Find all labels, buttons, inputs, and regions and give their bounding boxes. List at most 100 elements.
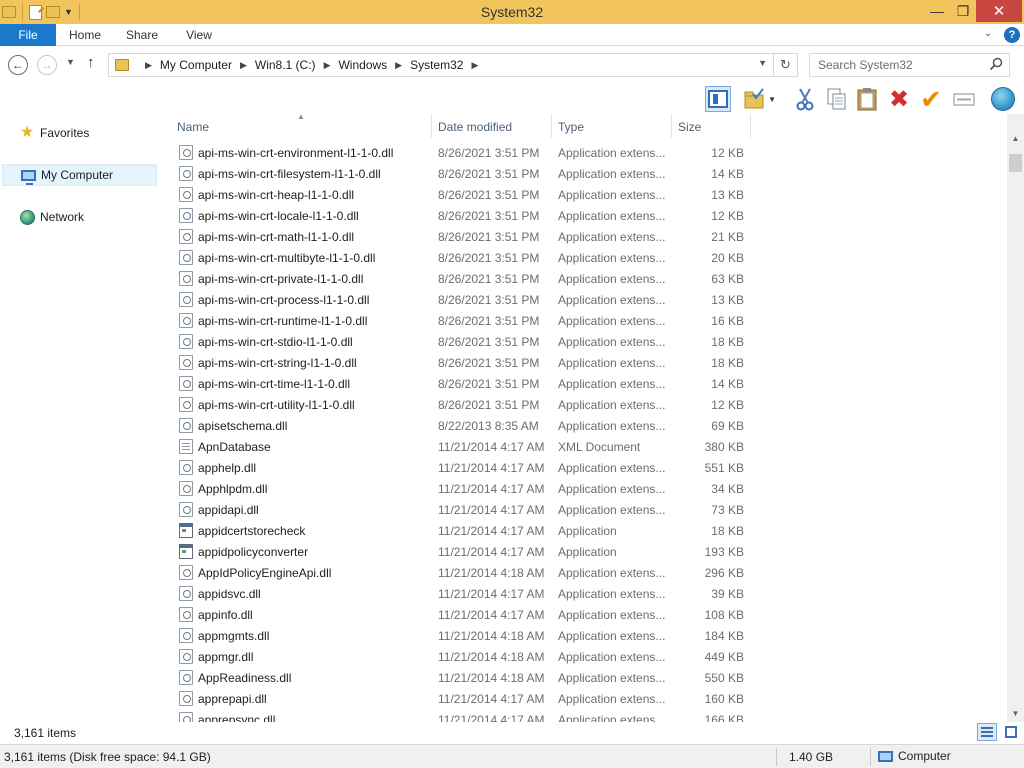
file-size: 13 KB [711, 188, 744, 202]
address-history-dropdown[interactable]: ▼ [758, 58, 767, 68]
file-type: Application extens... [558, 566, 666, 580]
table-row[interactable]: api-ms-win-crt-locale-l1-1-0.dll 8/26/202… [160, 205, 1007, 226]
file-date: 11/21/2014 4:17 AM [438, 713, 545, 722]
search-icon[interactable] [989, 57, 1003, 71]
copy-button[interactable] [823, 86, 849, 112]
file-size: 13 KB [711, 293, 744, 307]
table-row[interactable]: api-ms-win-crt-multibyte-l1-1-0.dll 8/26/… [160, 247, 1007, 268]
breadcrumb-separator-icon[interactable]: ▶ [145, 60, 152, 71]
breadcrumb-windows[interactable]: Windows [338, 58, 387, 72]
column-header-size[interactable]: Size [678, 120, 701, 134]
cut-button[interactable] [792, 86, 818, 112]
dll-icon [179, 691, 193, 706]
maximize-button[interactable]: ❐ [948, 0, 978, 22]
large-icons-view-button[interactable] [1001, 723, 1021, 741]
table-row[interactable]: AppIdPolicyEngineApi.dll 11/21/2014 4:18 … [160, 562, 1007, 583]
breadcrumb-drive[interactable]: Win8.1 (C:) [255, 58, 316, 72]
file-date: 11/21/2014 4:17 AM [438, 482, 545, 496]
column-divider[interactable] [431, 114, 432, 138]
breadcrumb-separator-icon[interactable]: ▶ [471, 60, 478, 71]
table-row[interactable]: api-ms-win-crt-process-l1-1-0.dll 8/26/20… [160, 289, 1007, 310]
file-date: 8/26/2021 3:51 PM [438, 209, 540, 223]
refresh-button[interactable]: ↻ [774, 53, 798, 77]
table-row[interactable]: api-ms-win-crt-heap-l1-1-0.dll 8/26/2021 … [160, 184, 1007, 205]
file-name: api-ms-win-crt-time-l1-1-0.dll [198, 377, 351, 391]
table-row[interactable]: api-ms-win-crt-math-l1-1-0.dll 8/26/2021 … [160, 226, 1007, 247]
sidebar-item-network[interactable]: Network [2, 206, 157, 228]
scrollbar-thumb[interactable] [1009, 154, 1022, 172]
table-row[interactable]: api-ms-win-crt-stdio-l1-1-0.dll 8/26/2021… [160, 331, 1007, 352]
recent-locations-dropdown[interactable]: ▼ [66, 57, 75, 67]
table-row[interactable]: appinfo.dll 11/21/2014 4:17 AM Application… [160, 604, 1007, 625]
breadcrumb-separator-icon[interactable]: ▶ [240, 60, 247, 71]
file-name: api-ms-win-crt-math-l1-1-0.dll [198, 230, 355, 244]
table-row[interactable]: appmgmts.dll 11/21/2014 4:18 AM Applicatio… [160, 625, 1007, 646]
table-row[interactable]: api-ms-win-crt-runtime-l1-1-0.dll 8/26/20… [160, 310, 1007, 331]
table-row[interactable]: api-ms-win-crt-environment-l1-1-0.dll 8/2… [160, 142, 1007, 163]
scroll-up-arrow-icon[interactable]: ▲ [1007, 130, 1024, 147]
column-header-name[interactable]: Name [177, 120, 209, 134]
properties-button[interactable]: ✔ [918, 84, 944, 114]
expand-ribbon-chevron-icon[interactable]: ⌄ [984, 28, 992, 39]
breadcrumb-system32[interactable]: System32 [410, 58, 463, 72]
network-button[interactable] [990, 86, 1016, 112]
column-header-type[interactable]: Type [558, 120, 584, 134]
folder-check-icon [744, 88, 764, 109]
breadcrumb-separator-icon[interactable]: ▶ [324, 60, 331, 71]
up-button[interactable]: ↑ [87, 54, 95, 71]
scroll-down-arrow-icon[interactable]: ▼ [1007, 705, 1024, 722]
details-view-button[interactable] [977, 723, 997, 741]
table-row[interactable]: AppReadiness.dll 11/21/2014 4:18 AM Applic… [160, 667, 1007, 688]
table-row[interactable]: api-ms-win-crt-time-l1-1-0.dll 8/26/2021 … [160, 373, 1007, 394]
column-header-date[interactable]: Date modified [438, 120, 512, 134]
table-row[interactable]: apprepsync.dll 11/21/2014 4:17 AM Applicat… [160, 709, 1007, 722]
table-row[interactable]: ApnDatabase 11/21/2014 4:17 AM XML Documen… [160, 436, 1007, 457]
column-divider[interactable] [750, 114, 751, 138]
help-icon[interactable]: ? [1004, 27, 1020, 43]
tab-file[interactable]: File [0, 24, 56, 46]
table-row[interactable]: appidcertstorecheck 11/21/2014 4:17 AM App… [160, 520, 1007, 541]
file-type: Application [558, 524, 617, 538]
table-row[interactable]: appmgr.dll 11/21/2014 4:18 AM Application … [160, 646, 1007, 667]
breadcrumb-my-computer[interactable]: My Computer [160, 58, 232, 72]
table-row[interactable]: appidpolicyconverter 11/21/2014 4:17 AM Ap… [160, 541, 1007, 562]
tab-home[interactable]: Home [58, 24, 112, 46]
column-divider[interactable] [671, 114, 672, 138]
tab-view[interactable]: View [176, 24, 222, 46]
table-row[interactable]: Apphlpdm.dll 11/21/2014 4:17 AM Applicatio… [160, 478, 1007, 499]
table-row[interactable]: appidapi.dll 11/21/2014 4:17 AM Applicatio… [160, 499, 1007, 520]
sidebar-item-my-computer[interactable]: My Computer [2, 164, 157, 186]
star-icon: ★ [19, 124, 35, 141]
table-row[interactable]: api-ms-win-crt-utility-l1-1-0.dll 8/26/20… [160, 394, 1007, 415]
rename-button[interactable] [951, 86, 977, 112]
forward-button[interactable]: → [37, 55, 57, 75]
back-button[interactable]: ← [8, 55, 28, 75]
address-bar[interactable]: ▶ My Computer ▶ Win8.1 (C:) ▶ Windows ▶ … [108, 53, 774, 77]
breadcrumb-separator-icon[interactable]: ▶ [395, 60, 402, 71]
file-size: 18 KB [711, 524, 744, 538]
delete-button[interactable]: ✖ [886, 86, 912, 113]
paste-button[interactable] [854, 86, 880, 112]
new-folder-dropdown[interactable]: ▼ [768, 95, 776, 104]
search-box[interactable] [809, 53, 1010, 77]
close-button[interactable]: ✕ [976, 0, 1022, 22]
new-folder-button[interactable]: ▼ [742, 86, 776, 112]
computer-icon [878, 750, 893, 762]
sidebar-item-favorites[interactable]: ★ Favorites [2, 122, 157, 144]
file-name: api-ms-win-crt-private-l1-1-0.dll [198, 272, 364, 286]
tab-share[interactable]: Share [118, 24, 166, 46]
column-divider[interactable] [551, 114, 552, 138]
dll-icon [179, 271, 193, 286]
table-row[interactable]: api-ms-win-crt-string-l1-1-0.dll 8/26/202… [160, 352, 1007, 373]
vertical-scrollbar[interactable]: ▲ ▼ [1007, 114, 1024, 722]
table-row[interactable]: apphelp.dll 11/21/2014 4:17 AM Application… [160, 457, 1007, 478]
separator [870, 748, 871, 766]
table-row[interactable]: appidsvc.dll 11/21/2014 4:17 AM Applicatio… [160, 583, 1007, 604]
table-row[interactable]: apprepapi.dll 11/21/2014 4:17 AM Applicati… [160, 688, 1007, 709]
table-row[interactable]: api-ms-win-crt-private-l1-1-0.dll 8/26/20… [160, 268, 1007, 289]
search-input[interactable] [810, 54, 986, 76]
file-size: 12 KB [711, 209, 744, 223]
table-row[interactable]: api-ms-win-crt-filesystem-l1-1-0.dll 8/26… [160, 163, 1007, 184]
table-row[interactable]: apisetschema.dll 8/22/2013 8:35 AM Applica… [160, 415, 1007, 436]
preview-pane-button[interactable] [705, 86, 731, 112]
